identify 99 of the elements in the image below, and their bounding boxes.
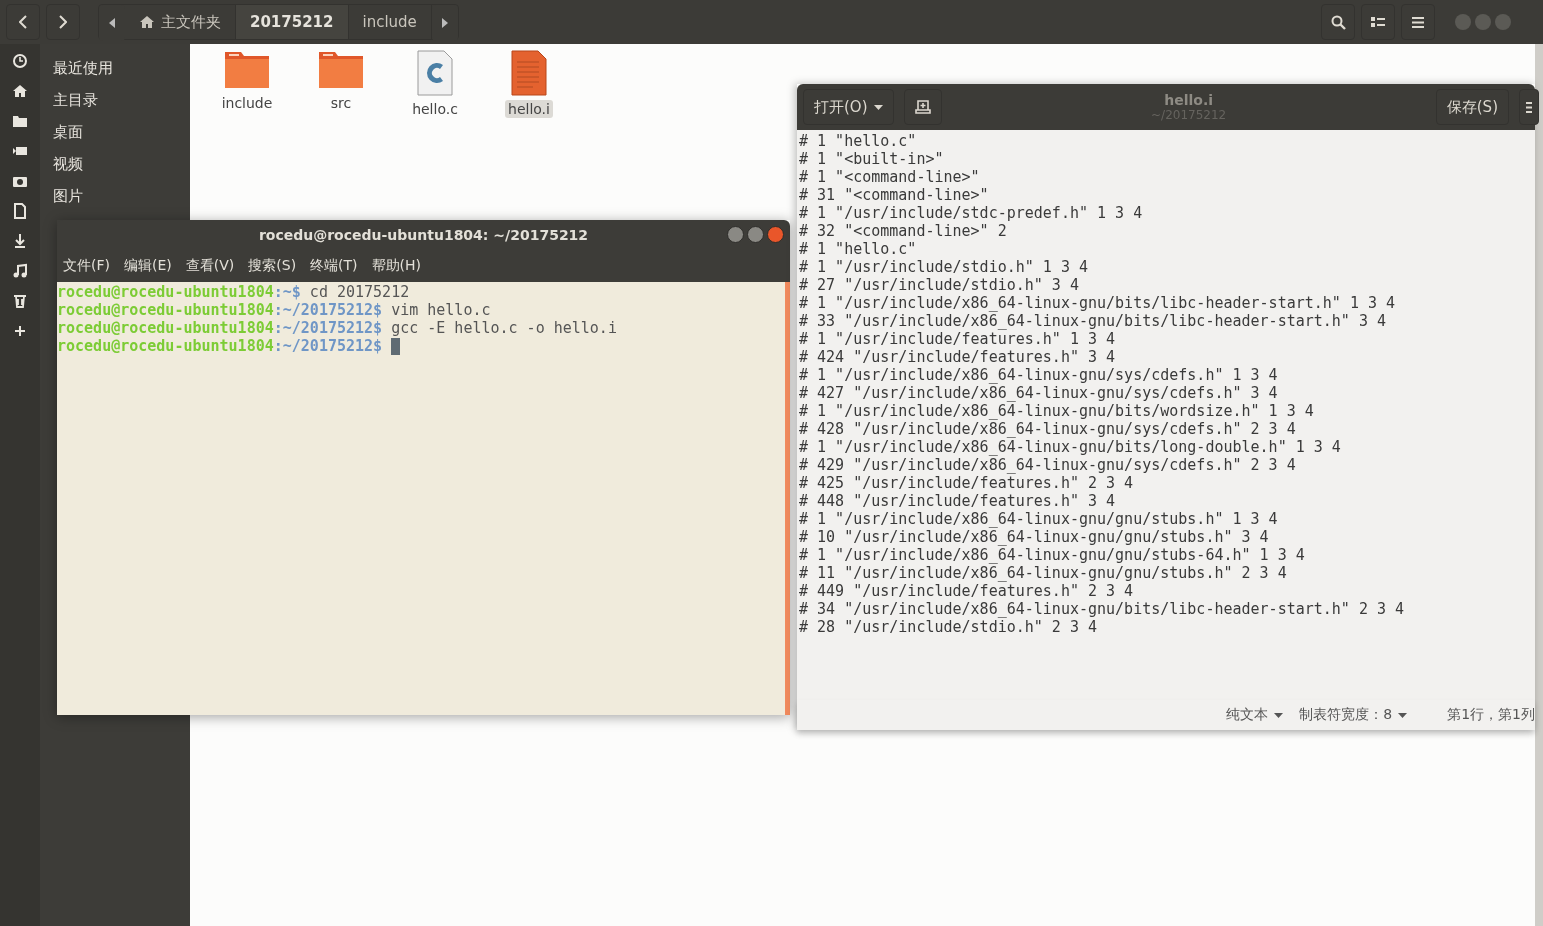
music-icon[interactable] [12, 263, 28, 279]
right-triangle-icon [441, 18, 448, 28]
code-line: # 448 "/usr/include/features.h" 3 4 [798, 492, 1117, 510]
code-line: # 11 "/usr/include/x86_64-linux-gnu/gnu/stubs.h" 2 3 4 [798, 564, 1288, 582]
command-text: vim hello.c [390, 301, 491, 319]
menu-item[interactable]: 终端(T) [310, 257, 358, 275]
file-name[interactable]: hello.i [505, 100, 553, 118]
chevron-left-icon [19, 15, 27, 29]
code-line: # 429 "/usr/include/x86_64-linux-gnu/sys/cdefs.h" 2 3 4 [798, 456, 1297, 474]
code-line: # 1 "/usr/include/x86_64-linux-gnu/bits/wordsize.h" 1 3 4 [798, 402, 1315, 420]
sidebar-item[interactable]: 最近使用 [40, 52, 190, 84]
menu-button[interactable] [1519, 89, 1539, 125]
open-button[interactable]: 打开(O) [803, 89, 894, 125]
window-title: rocedu@rocedu-ubuntu1804: ~/20175212 [258, 227, 589, 243]
code-line: # 27 "/usr/include/stdio.h" 3 4 [798, 276, 1080, 294]
code-line: # 1 "<command-line>" [798, 168, 981, 186]
new-tab-button[interactable] [903, 89, 942, 125]
folder-icon[interactable] [12, 113, 28, 129]
code-line: # 1 "hello.c" [798, 240, 918, 258]
prompt-path: :~/20175212$ [273, 319, 383, 337]
back-button[interactable] [6, 4, 40, 40]
sidebar-item[interactable]: 图片 [40, 180, 190, 212]
sidebar-item[interactable]: 视频 [40, 148, 190, 180]
forward-button[interactable] [46, 4, 80, 40]
plus-icon[interactable] [12, 323, 28, 339]
c-file-icon [416, 50, 454, 96]
minimize-button[interactable] [727, 226, 744, 243]
scrollbar[interactable] [1535, 44, 1543, 926]
home-icon[interactable] [12, 83, 28, 99]
prompt-user: rocedu@rocedu-ubuntu1804 [57, 337, 274, 355]
code-line: # 1 "/usr/include/x86_64-linux-gnu/sys/cdefs.h" 1 3 4 [798, 366, 1279, 384]
caret-icon [1274, 712, 1284, 718]
prompt-path: :~$ [273, 283, 301, 301]
code-line: # 1 "/usr/include/features.h" 1 3 4 [798, 330, 1117, 348]
menu-item[interactable]: 编辑(E) [124, 257, 172, 275]
prompt-user: rocedu@rocedu-ubuntu1804 [57, 319, 274, 337]
menu-item[interactable]: 帮助(H) [371, 257, 422, 275]
menu-item[interactable]: 搜索(S) [248, 257, 297, 275]
folder-icon [223, 50, 271, 90]
file-name[interactable]: hello.c [409, 100, 461, 118]
menu-button[interactable] [1401, 4, 1435, 40]
code-line: # 428 "/usr/include/x86_64-linux-gnu/sys/cdefs.h" 2 3 4 [798, 420, 1297, 438]
code-line: # 1 "/usr/include/x86_64-linux-gnu/bits/libc-header-start.h" 1 3 4 [798, 294, 1397, 312]
file-name[interactable]: src [327, 94, 355, 112]
search-button[interactable] [1321, 4, 1355, 40]
path-crumb[interactable]: 20175212 [236, 5, 349, 39]
close-button[interactable] [767, 226, 784, 243]
sidebar-item[interactable]: 主目录 [40, 84, 190, 116]
menu-item[interactable]: 查看(V) [185, 257, 235, 275]
caret-icon [1398, 712, 1408, 718]
menu-item[interactable]: 文件(F) [63, 257, 110, 275]
document-icon[interactable] [12, 203, 28, 219]
prompt-user: rocedu@rocedu-ubuntu1804 [57, 301, 274, 319]
save-button[interactable]: 保存(S) [1435, 89, 1509, 125]
document-title: hello.i [1164, 92, 1214, 108]
download-icon[interactable] [12, 233, 28, 249]
document-icon [510, 50, 548, 96]
code-line: # 33 "/usr/include/x86_64-linux-gnu/bits/libc-header-start.h" 3 4 [798, 312, 1387, 330]
clock-icon[interactable] [12, 53, 28, 69]
home-icon [139, 14, 155, 30]
view-toggle-button[interactable] [1361, 4, 1395, 40]
code-line: # 31 "<command-line>" [798, 186, 990, 204]
code-line: # 1 "/usr/include/x86_64-linux-gnu/bits/long-double.h" 1 3 4 [798, 438, 1342, 456]
code-line: # 28 "/usr/include/stdio.h" 2 3 4 [798, 618, 1098, 636]
caret-icon [873, 104, 883, 110]
code-line: # 1 "<built-in>" [798, 150, 945, 168]
trash-icon[interactable] [12, 293, 28, 309]
code-line: # 10 "/usr/include/x86_64-linux-gnu/gnu/stubs.h" 3 4 [798, 528, 1270, 546]
code-line: # 34 "/usr/include/x86_64-linux-gnu/bits/libc-header-start.h" 2 3 4 [798, 600, 1406, 618]
prompt-path: :~/20175212$ [273, 337, 383, 355]
code-line: # 1 "/usr/include/x86_64-linux-gnu/gnu/stubs.h" 1 3 4 [798, 510, 1279, 528]
code-line: # 427 "/usr/include/x86_64-linux-gnu/sys/cdefs.h" 3 4 [798, 384, 1279, 402]
code-line: # 1 "hello.c" [798, 132, 918, 150]
code-line: # 1 "/usr/include/x86_64-linux-gnu/gnu/stubs-64.h" 1 3 4 [798, 546, 1306, 564]
list-view-icon [1371, 16, 1385, 28]
folder-icon [317, 50, 365, 90]
code-line: # 425 "/usr/include/features.h" 2 3 4 [798, 474, 1135, 492]
code-line: # 32 "<command-line>" 2 [798, 222, 1008, 240]
cursor-position: 第1行，第1列 [1447, 706, 1535, 724]
code-line: # 449 "/usr/include/features.h" 2 3 4 [798, 582, 1135, 600]
command-text: gcc -E hello.c -o hello.i [390, 319, 617, 337]
chevron-right-icon [59, 15, 67, 29]
maximize-button[interactable] [747, 226, 764, 243]
language-selector[interactable]: 纯文本 [1226, 706, 1284, 724]
left-triangle-icon [109, 18, 115, 28]
tab-width-selector[interactable]: 制表符宽度：8 [1299, 706, 1408, 724]
command-text: cd 20175212 [308, 283, 410, 301]
menu-icon [1412, 16, 1424, 28]
file-name[interactable]: include [218, 94, 276, 112]
path-crumb[interactable]: include [348, 5, 432, 39]
menu-icon [1526, 101, 1532, 113]
search-icon [1330, 14, 1346, 30]
new-document-icon [914, 100, 931, 114]
code-line: # 1 "/usr/include/stdc-predef.h" 1 3 4 [798, 204, 1144, 222]
sidebar-item[interactable]: 桌面 [40, 116, 190, 148]
prompt-path: :~/20175212$ [273, 301, 383, 319]
code-line: # 424 "/usr/include/features.h" 3 4 [798, 348, 1117, 366]
code-line: # 1 "/usr/include/stdio.h" 1 3 4 [798, 258, 1089, 276]
prompt-user: rocedu@rocedu-ubuntu1804 [57, 283, 274, 301]
